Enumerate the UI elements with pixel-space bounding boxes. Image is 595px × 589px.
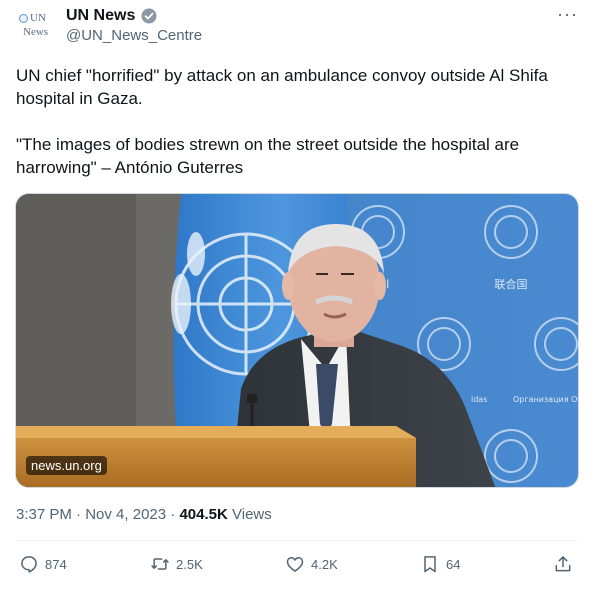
name-row: UN News	[66, 7, 158, 25]
tweet-media-photo[interactable]: الأمم 联合国 Организация Объ ldas news.un.o…	[15, 193, 579, 488]
tweet-paragraph-1: UN chief "horrified" by attack on an amb…	[16, 66, 548, 108]
reply-icon	[21, 556, 37, 573]
views-count: 404.5K	[179, 506, 228, 523]
reply-count: 874	[45, 556, 67, 572]
tweet-actions: 874 2.5K 4.2K 64	[0, 550, 595, 580]
avatar-line1: UN	[19, 12, 46, 25]
like-count: 4.2K	[311, 556, 338, 572]
retweet-icon	[151, 558, 169, 570]
more-horizontal-icon[interactable]: ···	[557, 4, 578, 25]
heart-icon	[286, 557, 304, 572]
retweet-button[interactable]: 2.5K	[150, 554, 203, 574]
tweet-header: UN News UN News @UN_News_Centre ···	[0, 0, 595, 60]
tweet-text: UN chief "horrified" by attack on an amb…	[16, 64, 576, 179]
backdrop-text-chinese: 联合国	[495, 277, 528, 291]
divider	[16, 540, 579, 541]
bookmark-count: 64	[446, 556, 461, 572]
bookmark-icon	[424, 556, 436, 573]
reply-button[interactable]: 874	[19, 554, 67, 574]
like-button[interactable]: 4.2K	[285, 554, 338, 574]
tweet-meta: 3:37 PM · Nov 4, 2023 · 404.5K Views	[16, 506, 272, 523]
bookmark-button[interactable]: 64	[420, 554, 460, 574]
share-button[interactable]	[553, 554, 573, 574]
meta-separator: ·	[76, 506, 82, 523]
un-emblem-icon	[19, 14, 28, 23]
verified-badge-icon	[141, 8, 157, 24]
tweet-paragraph-2: "The images of bodies strewn on the stre…	[16, 135, 520, 177]
tweet-date[interactable]: Nov 4, 2023	[85, 506, 166, 523]
backdrop-text-russian: Организация Объ	[513, 395, 579, 404]
media-source-label[interactable]: news.un.org	[26, 456, 107, 475]
views-label: Views	[232, 506, 272, 523]
avatar[interactable]: UN News	[16, 10, 56, 50]
backdrop-text-fragment: ldas	[471, 395, 487, 404]
avatar-text-line2: News	[23, 26, 49, 38]
account-handle[interactable]: @UN_News_Centre	[66, 27, 202, 44]
media-photo-illustration: الأمم 联合国 Организация Объ ldas	[16, 194, 579, 487]
display-name[interactable]: UN News	[66, 7, 135, 25]
tweet-time[interactable]: 3:37 PM	[16, 506, 72, 523]
retweet-count: 2.5K	[176, 556, 203, 572]
meta-separator: ·	[170, 506, 176, 523]
avatar-text-line1: UN	[30, 12, 46, 24]
share-icon	[555, 556, 571, 572]
